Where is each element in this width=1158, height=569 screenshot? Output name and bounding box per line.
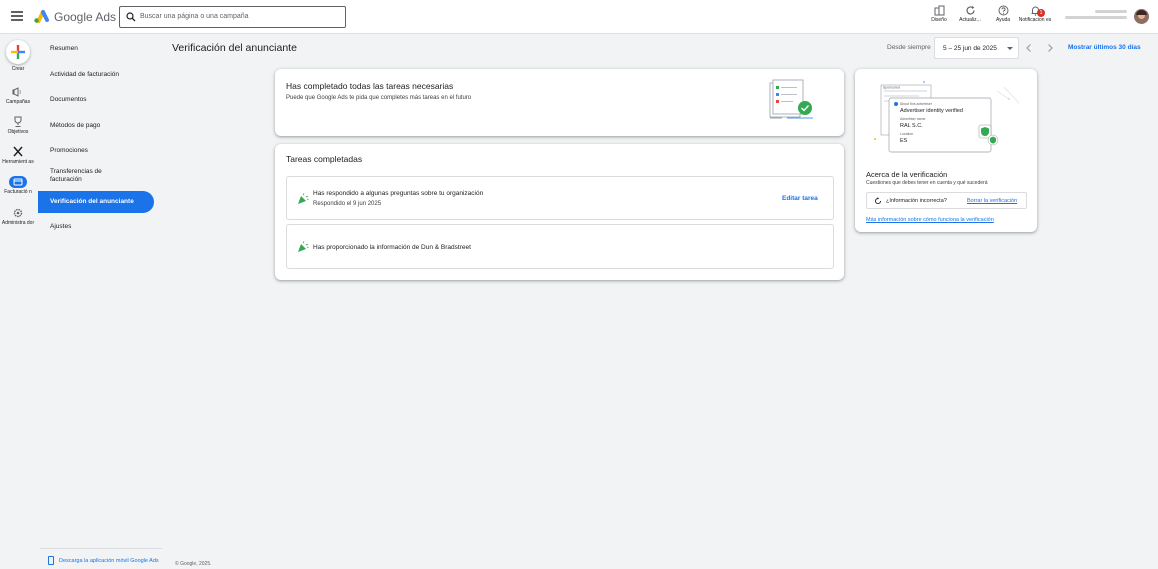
- illustration-badge-line: About this advertiser: [900, 102, 933, 106]
- avatar[interactable]: [1134, 9, 1149, 24]
- illustration-verified-text: Advertiser identity verified: [900, 108, 963, 114]
- about-title: Acerca de la verificación: [866, 170, 948, 179]
- left-rail: Crear Campañas Objetivos Herramient as F…: [0, 34, 36, 569]
- learn-more-verification-link[interactable]: Más información sobre cómo funciona la v…: [866, 217, 994, 223]
- search-icon: [126, 12, 136, 22]
- account-info-blurred[interactable]: [1065, 10, 1127, 22]
- page-title: Verificación del anunciante: [172, 42, 297, 54]
- nav-item-promotions[interactable]: Promociones: [38, 147, 154, 155]
- task-title: Has respondido a algunas preguntas sobre…: [313, 190, 484, 197]
- confetti-icon: [298, 193, 309, 204]
- help-label: Ayuda: [995, 17, 1011, 23]
- google-ads-logo-icon: [34, 10, 49, 23]
- date-range-label: Desde siempre: [887, 44, 931, 51]
- completed-tasks-card: Tareas completadas Has respondido a algu…: [275, 144, 844, 280]
- illustration-header-text: Sponsored: [883, 86, 900, 90]
- rail-item-billing[interactable]: Facturació n: [0, 176, 36, 195]
- rail-item-label: Administra dor: [1, 220, 35, 226]
- brand-name: Google Ads: [54, 10, 117, 24]
- illustration-name-value: RAL S.C.: [900, 123, 923, 129]
- appearance-icon: [934, 5, 944, 16]
- search-input[interactable]: Buscar una página o una campaña: [119, 6, 346, 28]
- copyright: © Google, 2025.: [175, 561, 212, 567]
- create-button[interactable]: [6, 40, 30, 64]
- plus-icon: [11, 45, 25, 59]
- create-label: Crear: [11, 66, 25, 72]
- delete-verification-link[interactable]: Borrar la verificación: [967, 198, 1017, 204]
- help-button[interactable]: Ayuda: [986, 5, 1020, 23]
- mobile-app-link[interactable]: Descarga la aplicación móvil Google Ads: [40, 548, 162, 565]
- rail-item-label: Facturació n: [4, 189, 32, 195]
- refresh-button[interactable]: Actualiz...: [953, 5, 987, 23]
- task-item-dun-bradstreet: Has proporcionado la información de Dun …: [286, 224, 834, 269]
- illustration-location-value: ES: [900, 138, 908, 144]
- incorrect-info-box: ¿Información incorrecta? Borrar la verif…: [866, 192, 1027, 209]
- checklist-illustration-icon: [769, 79, 813, 119]
- top-bar: Google Ads Buscar una página o una campa…: [0, 0, 1158, 34]
- rail-item-admin[interactable]: Administra dor: [0, 207, 36, 226]
- rail-item-goals[interactable]: Objetivos: [0, 116, 36, 135]
- summary-title: Has completado todas las tareas necesari…: [286, 81, 454, 91]
- appearance-button[interactable]: Diseño: [922, 5, 956, 23]
- incorrect-info-question: ¿Información incorrecta?: [886, 198, 947, 204]
- rail-item-label: Campañas: [5, 99, 31, 105]
- rail-item-campaigns[interactable]: Campañas: [0, 86, 36, 105]
- tasks-title: Tareas completadas: [286, 154, 363, 164]
- refresh-circle-icon: [874, 197, 882, 205]
- summary-subtitle: Puede que Google Ads te pida que complet…: [286, 95, 472, 101]
- completion-summary-card: Has completado todas las tareas necesari…: [275, 69, 844, 136]
- about-verification-card: Sponsored About this advertiser Advertis…: [855, 69, 1037, 232]
- nav-item-payment-methods[interactable]: Métodos de pago: [38, 122, 154, 130]
- notifications-label: Notificacion es: [1018, 17, 1052, 23]
- nav-item-summary[interactable]: Resumen: [38, 45, 154, 53]
- tools-icon: [13, 146, 23, 157]
- chevron-down-icon: [1007, 47, 1013, 50]
- admin-gear-icon: [13, 208, 23, 218]
- rail-item-tools[interactable]: Herramient as: [0, 146, 36, 165]
- search-placeholder: Buscar una página o una campaña: [140, 13, 249, 20]
- about-subtitle: Cuestiones que debes tener en cuenta y q…: [866, 180, 988, 186]
- date-range-select[interactable]: 5 – 25 jun de 2025: [934, 37, 1019, 59]
- trophy-icon: [14, 116, 22, 127]
- megaphone-icon: [12, 87, 21, 97]
- verified-advertiser-illustration-icon: Sponsored About this advertiser Advertis…: [874, 81, 1020, 153]
- nav-item-advertiser-verification[interactable]: Verificación del anunciante: [38, 191, 154, 213]
- task-subtitle: Respondido el 9 jun 2025: [313, 201, 382, 207]
- confetti-icon: [298, 241, 309, 252]
- edit-task-button[interactable]: Editar tarea: [782, 195, 818, 202]
- refresh-label: Actualiz...: [959, 17, 981, 23]
- rail-item-label: Herramient as: [2, 159, 34, 165]
- chevron-left-icon[interactable]: [1024, 42, 1034, 54]
- illustration-location-label: Location: [900, 132, 913, 136]
- nav-item-settings[interactable]: Ajustes: [38, 223, 154, 231]
- task-item-organization: Has respondido a algunas preguntas sobre…: [286, 176, 834, 220]
- date-range-value: 5 – 25 jun de 2025: [943, 45, 997, 52]
- nav-item-documents[interactable]: Documentos: [38, 96, 154, 104]
- mobile-app-label: Descarga la aplicación móvil Google Ads: [59, 558, 159, 564]
- nav-item-billing-activity[interactable]: Actividad de facturación: [38, 71, 154, 79]
- billing-subnav: Resumen Actividad de facturación Documen…: [38, 34, 162, 569]
- menu-icon[interactable]: [11, 11, 23, 21]
- task-title: Has proporcionado la información de Dun …: [313, 244, 471, 251]
- phone-icon: [48, 556, 54, 565]
- chevron-right-icon[interactable]: [1045, 42, 1055, 54]
- appearance-label: Diseño: [931, 17, 947, 23]
- refresh-icon: [965, 5, 975, 15]
- show-last-30-days-button[interactable]: Mostrar últimos 30 días: [1068, 44, 1141, 51]
- help-icon: [998, 5, 1008, 16]
- rail-item-label: Objetivos: [7, 129, 29, 135]
- billing-icon: [9, 176, 27, 188]
- illustration-name-label: Advertiser name: [900, 117, 926, 121]
- notification-badge: 1: [1037, 9, 1045, 17]
- notifications-button[interactable]: 1 Notificacion es: [1018, 5, 1052, 23]
- nav-item-billing-transfers[interactable]: Transferencias de facturación: [38, 168, 122, 184]
